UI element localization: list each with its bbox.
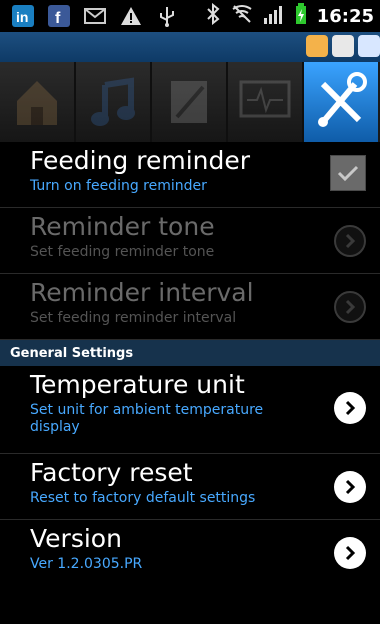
settings-list: Feeding reminder Turn on feeding reminde… [0,142,380,586]
reminder-interval-subtitle: Set feeding reminder interval [30,310,237,326]
music-note-icon [91,77,135,126]
app-icon [332,35,354,57]
bottle-app-icon [306,35,328,57]
app-icon [358,35,380,57]
factory-reset-subtitle: Reset to factory default settings [30,490,256,506]
svg-text:in: in [16,9,28,25]
tab-monitor[interactable] [228,62,304,142]
clock: 16:25 [316,5,374,27]
tab-bar [0,62,380,142]
tab-home[interactable] [0,62,76,142]
email-icon [82,3,108,29]
chevron-right-icon[interactable] [334,537,366,569]
version-title: Version [30,524,122,553]
chevron-right-icon[interactable] [334,291,366,323]
temperature-unit-title: Temperature unit [30,370,245,399]
temperature-unit-row[interactable]: Temperature unit Set unit for ambient te… [0,366,380,454]
feeding-reminder-title: Feeding reminder [30,146,251,175]
bluetooth-icon [205,2,221,29]
feeding-reminder-subtitle: Turn on feeding reminder [30,178,207,194]
home-icon [17,81,57,125]
version-row[interactable]: Version Ver 1.2.0305.PR [0,520,380,586]
pen-icon [171,81,207,123]
signal-icon [263,4,285,28]
reminder-interval-row[interactable]: Reminder interval Set feeding reminder i… [0,274,380,340]
linkedin-icon: in [10,3,36,29]
temperature-unit-subtitle: Set unit for ambient temperature display [30,402,264,435]
chevron-right-icon[interactable] [334,225,366,257]
checkmark-icon [337,165,359,182]
tab-music[interactable] [76,62,152,142]
feeding-reminder-checkbox[interactable] [330,155,366,191]
feeding-reminder-row[interactable]: Feeding reminder Turn on feeding reminde… [0,142,380,208]
tools-icon [318,72,367,127]
app-notification-bar [0,32,380,62]
chevron-right-icon[interactable] [334,392,366,424]
section-header: General Settings [0,340,380,366]
version-subtitle: Ver 1.2.0305.PR [30,556,143,572]
factory-reset-title: Factory reset [30,458,193,487]
facebook-icon: f [46,3,72,29]
wifi-muted-icon [231,3,253,29]
usb-icon [154,3,180,29]
reminder-interval-title: Reminder interval [30,278,254,307]
reminder-tone-row[interactable]: Reminder tone Set feeding reminder tone [0,208,380,274]
reminder-tone-subtitle: Set feeding reminder tone [30,244,215,260]
status-bar: in f 16:25 [0,0,380,32]
svg-text:f: f [55,10,61,27]
chevron-right-icon[interactable] [334,471,366,503]
monitor-icon [239,80,291,118]
battery-icon [295,3,307,29]
reminder-tone-title: Reminder tone [30,212,215,241]
warning-icon [118,3,144,29]
factory-reset-row[interactable]: Factory reset Reset to factory default s… [0,454,380,520]
tab-notes[interactable] [152,62,228,142]
tab-settings[interactable] [304,62,378,142]
